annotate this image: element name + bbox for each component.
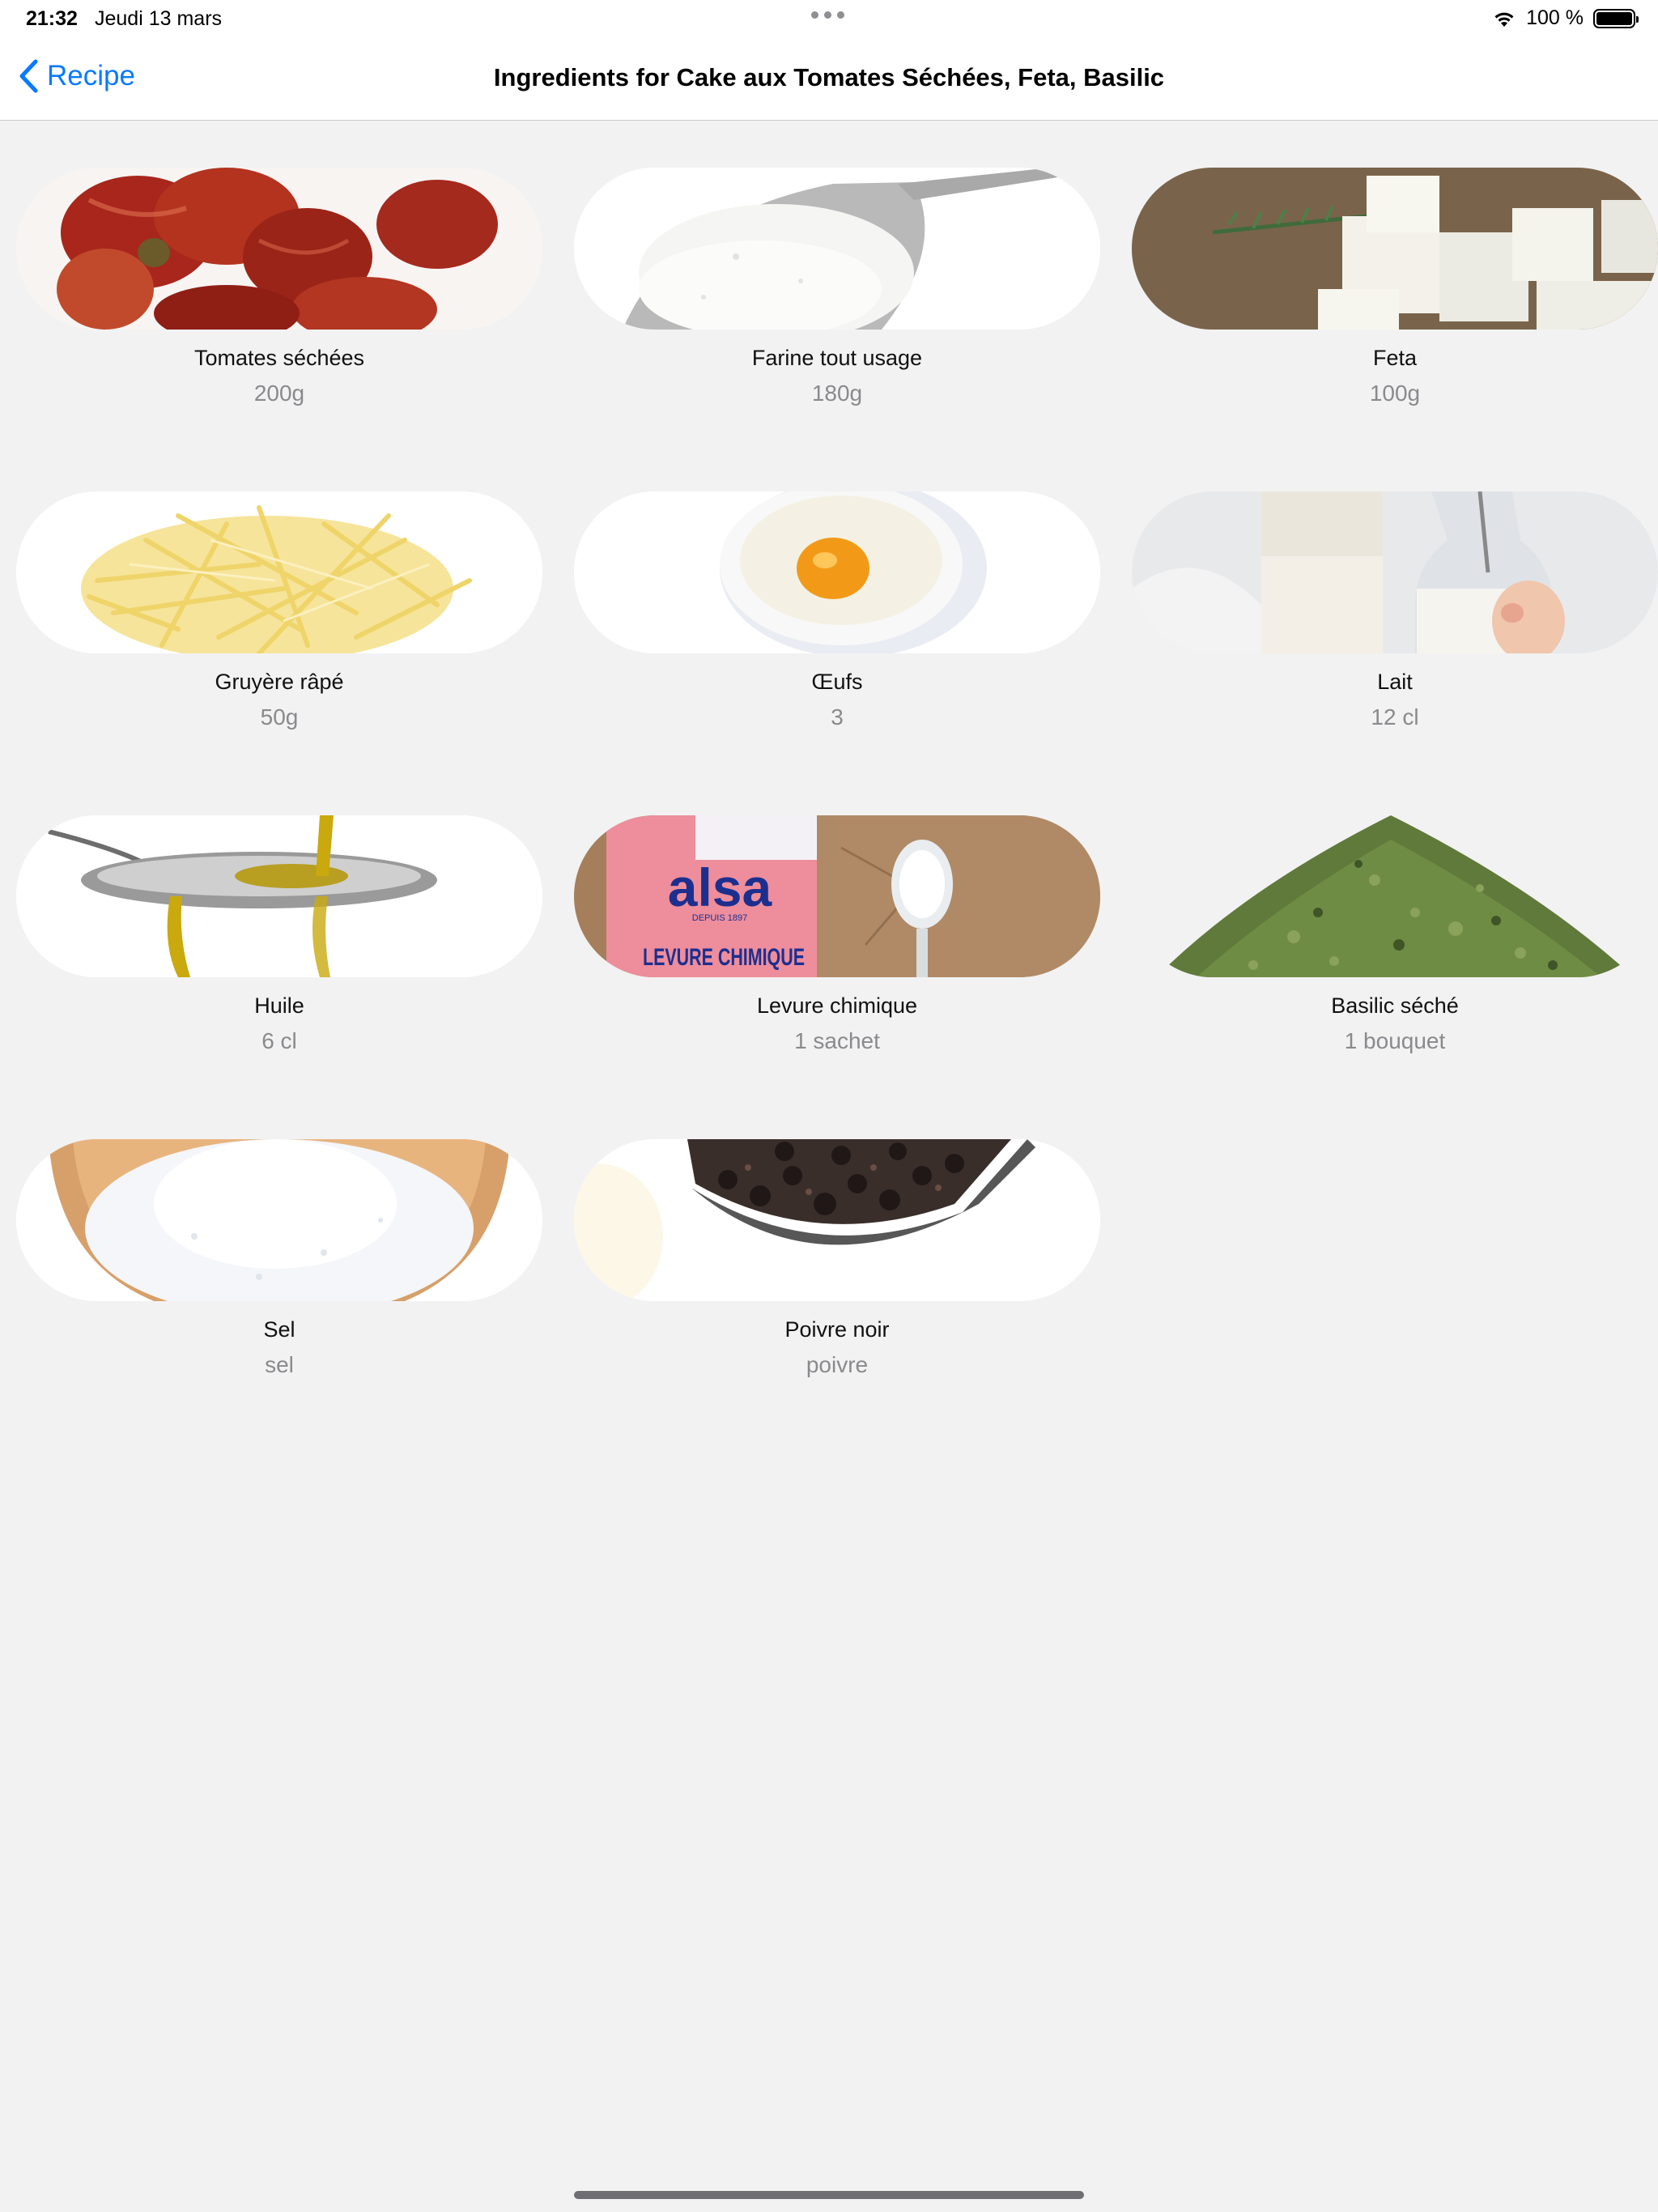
pack-label-text: LEVURE CHIMIQUE [643,944,805,971]
brand-since-text: DEPUIS 1897 [692,913,747,923]
home-indicator[interactable] [574,2191,1084,2199]
ingredient-quantity: sel [265,1352,294,1377]
ingredient-name: Sel [263,1317,295,1342]
ingredient-quantity: poivre [806,1352,869,1377]
salt-bowl-image [16,1139,542,1301]
ingredient-name: Basilic séché [1331,993,1459,1018]
battery-percent: 100 % [1526,6,1584,29]
oil-spoon-image [16,815,542,977]
ingredient-quantity: 1 bouquet [1344,1028,1446,1053]
brand-logo-text: alsa [668,857,773,917]
status-date: Jeudi 13 mars [95,7,223,30]
ingredient-quantity: 12 cl [1371,704,1419,730]
ingredient-name: Gruyère râpé [215,670,344,694]
ingredient-name: Lait [1377,670,1413,694]
ingredient-quantity: 1 sachet [794,1028,880,1053]
ingredient-quantity: 180g [811,381,863,406]
dried-basil-image [1132,815,1658,977]
milk-bottles-image [1132,491,1658,653]
baking-powder-image: alsa DEPUIS 1897 LEVURE CHIMIQUE [574,815,1100,977]
dried-tomatoes-image [16,168,542,330]
ingredient-name: Farine tout usage [751,346,923,370]
ingredient-quantity: 200g [253,381,305,406]
egg-bowl-image [574,491,1100,653]
ingredient-card[interactable]: Sel sel [16,1139,542,1379]
ingredient-card[interactable]: Huile 6 cl [16,815,542,1055]
ingredient-card[interactable]: Basilic séché 1 bouquet [1132,815,1658,1055]
feta-cubes-image [1132,168,1658,330]
peppercorns-spoon-image [574,1139,1100,1301]
battery-icon [1593,8,1639,28]
flour-scoop-image [574,168,1100,330]
page-title: Ingredients for Cake aux Tomates Séchées… [493,63,1165,91]
ingredient-card[interactable]: Lait 12 cl [1132,491,1658,731]
ingredient-card[interactable]: alsa DEPUIS 1897 LEVURE CHIMIQUE Levure … [574,815,1100,1055]
ingredient-quantity: 6 cl [261,1028,297,1053]
ingredient-name: Œufs [811,670,863,694]
multitasking-dots-icon[interactable] [811,11,844,19]
ingredient-card[interactable]: Gruyère râpé 50g [16,491,542,731]
ingredient-name: Poivre noir [784,1317,890,1342]
ingredient-card[interactable]: Tomates séchées 200g [16,168,542,407]
ingredient-quantity: 50g [260,704,299,730]
grated-cheese-image [16,491,542,653]
ingredient-quantity: 100g [1369,381,1421,406]
status-bar: 21:32 Jeudi 13 mars 100 % [0,0,1658,39]
ingredient-name: Huile [254,993,304,1018]
status-time: 21:32 [26,7,78,30]
ingredient-card[interactable]: Œufs 3 [574,491,1100,731]
ingredient-name: Tomates séchées [193,346,365,370]
ingredient-card[interactable]: Farine tout usage 180g [574,168,1100,407]
ingredient-quantity: 3 [831,704,844,730]
wifi-icon [1494,12,1514,27]
ingredient-name: Feta [1372,346,1418,370]
ingredient-card[interactable]: Poivre noir poivre [574,1139,1100,1379]
navigation-bar: Recipe Ingredients for Cake aux Tomates … [0,39,1658,121]
ingredient-name: Levure chimique [756,993,918,1018]
ingredient-card[interactable]: Feta 100g [1132,168,1658,407]
status-indicators: 100 % [1492,6,1639,30]
